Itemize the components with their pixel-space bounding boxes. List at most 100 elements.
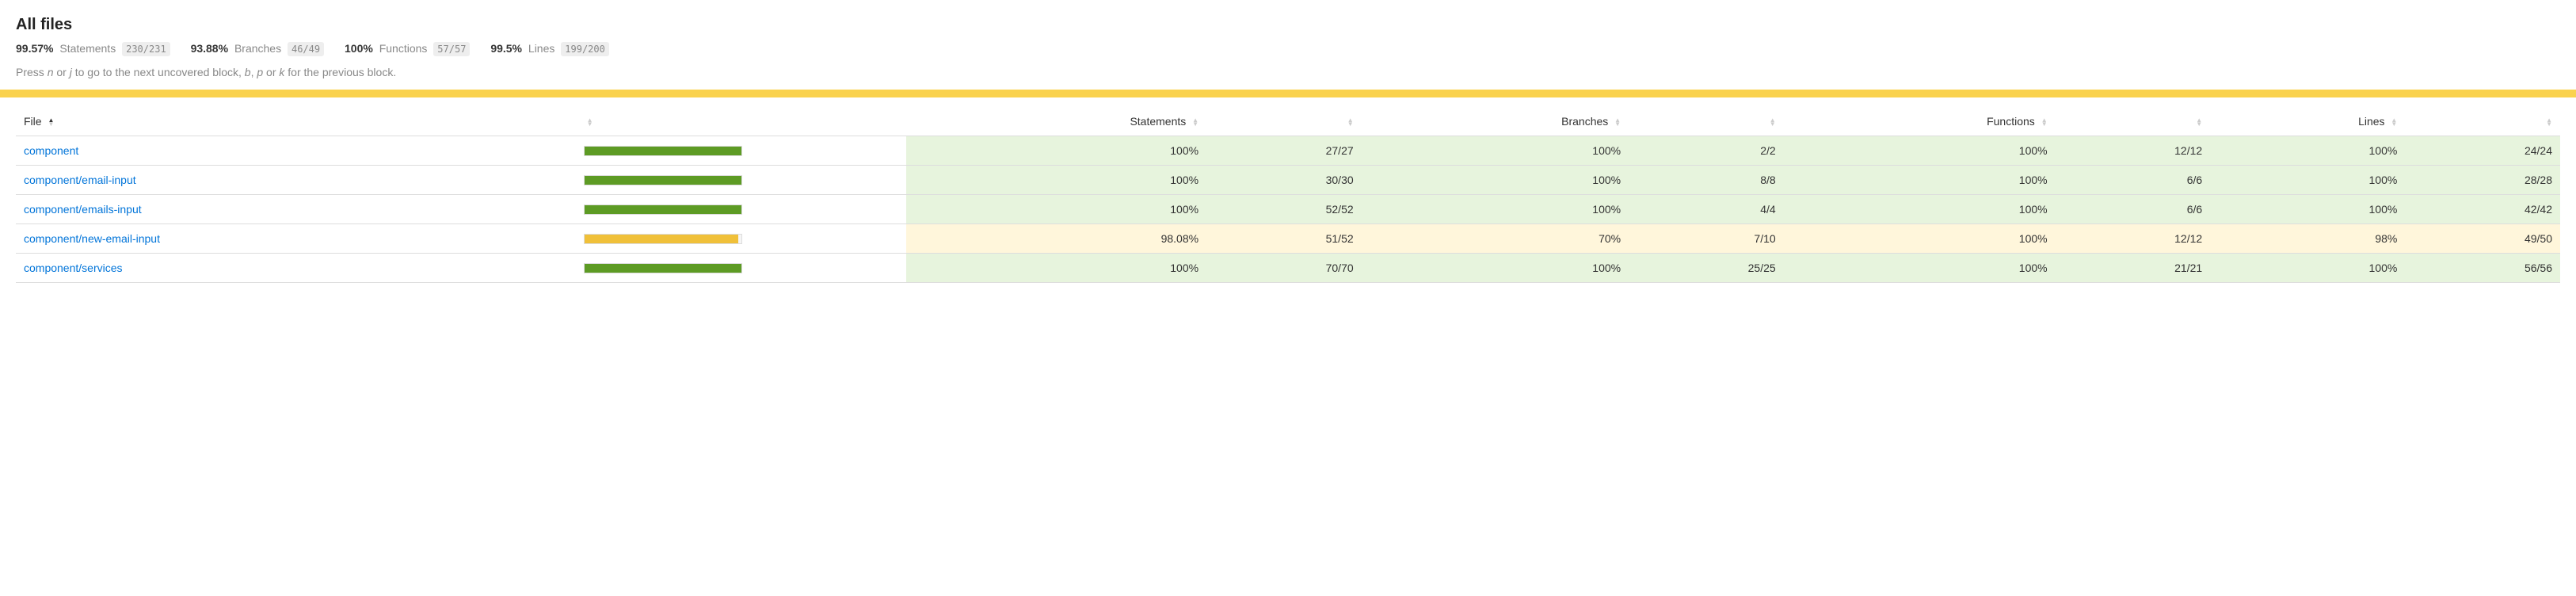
summary-branches-pct: 93.88% [191,42,228,55]
coverage-bar-fill [585,176,741,185]
statements-frac-cell: 27/27 [1206,136,1362,166]
lines-frac-cell: 49/50 [2405,224,2560,254]
coverage-bar-cell [576,195,907,224]
coverage-summary: 99.57% Statements 230/231 93.88% Branche… [16,42,2560,55]
summary-functions-frac: 57/57 [433,42,470,56]
functions-pct-cell: 100% [1784,195,2056,224]
summary-lines-pct: 99.5% [490,42,522,55]
statements-pct-cell: 100% [906,166,1206,195]
lines-frac-cell: 42/42 [2405,195,2560,224]
sort-icon: ▲▼ [1614,118,1621,126]
file-link[interactable]: component/email-input [24,174,136,186]
col-header-file-label: File [24,115,42,128]
file-link[interactable]: component [24,144,78,157]
sort-icon: ▲▼ [1770,118,1776,126]
col-header-branches-frac[interactable]: ▲▼ [1629,107,1784,136]
coverage-bar [584,234,742,244]
coverage-bar-fill [585,147,741,155]
summary-statements: 99.57% Statements 230/231 [16,42,170,55]
summary-lines-label: Lines [528,42,554,55]
sort-icon: ▲▼ [48,118,54,126]
file-cell: component/new-email-input [16,224,576,254]
coverage-bar-cell [576,136,907,166]
summary-lines: 99.5% Lines 199/200 [490,42,609,55]
lines-frac-cell: 56/56 [2405,254,2560,283]
summary-branches: 93.88% Branches 46/49 [191,42,325,55]
coverage-bar-cell [576,224,907,254]
sort-icon: ▲▼ [2546,118,2552,126]
branches-pct-cell: 70% [1362,224,1629,254]
branches-frac-cell: 7/10 [1629,224,1784,254]
sort-icon: ▲▼ [1192,118,1198,126]
lines-frac-cell: 24/24 [2405,136,2560,166]
file-link[interactable]: component/services [24,262,123,274]
col-header-bar[interactable]: ▲▼ [576,107,907,136]
status-bar [0,90,2576,97]
lines-pct-cell: 100% [2210,166,2405,195]
lines-pct-cell: 100% [2210,136,2405,166]
statements-pct-cell: 100% [906,195,1206,224]
file-cell: component [16,136,576,166]
statements-pct-cell: 100% [906,136,1206,166]
file-link[interactable]: component/new-email-input [24,232,160,245]
functions-frac-cell: 6/6 [2056,166,2211,195]
functions-frac-cell: 6/6 [2056,195,2211,224]
col-header-functions-frac[interactable]: ▲▼ [2056,107,2211,136]
functions-pct-cell: 100% [1784,254,2056,283]
lines-pct-cell: 100% [2210,254,2405,283]
statements-frac-cell: 70/70 [1206,254,1362,283]
file-link[interactable]: component/emails-input [24,203,142,216]
statements-frac-cell: 51/52 [1206,224,1362,254]
coverage-bar [584,204,742,215]
statements-pct-cell: 100% [906,254,1206,283]
coverage-bar-fill [585,235,738,243]
file-cell: component/services [16,254,576,283]
table-row: component100%27/27100%2/2100%12/12100%24… [16,136,2560,166]
col-header-statements[interactable]: Statements ▲▼ [906,107,1206,136]
functions-frac-cell: 12/12 [2056,136,2211,166]
coverage-bar [584,263,742,273]
col-header-statements-frac[interactable]: ▲▼ [1206,107,1362,136]
coverage-bar-cell [576,166,907,195]
col-header-functions[interactable]: Functions ▲▼ [1784,107,2056,136]
lines-pct-cell: 98% [2210,224,2405,254]
coverage-bar [584,146,742,156]
branches-pct-cell: 100% [1362,166,1629,195]
summary-branches-frac: 46/49 [288,42,324,56]
coverage-bar-fill [585,205,741,214]
col-header-lines[interactable]: Lines ▲▼ [2210,107,2405,136]
sort-icon: ▲▼ [2391,118,2397,126]
hint-text: or [263,66,279,78]
summary-functions-label: Functions [379,42,428,55]
hint-key-b: b [245,66,251,78]
summary-branches-label: Branches [234,42,281,55]
lines-frac-cell: 28/28 [2405,166,2560,195]
functions-pct-cell: 100% [1784,166,2056,195]
sort-icon: ▲▼ [587,118,593,126]
table-row: component/new-email-input 98.08%51/5270%7… [16,224,2560,254]
statements-pct-cell: 98.08% [906,224,1206,254]
table-row: component/email-input100%30/30100%8/8100… [16,166,2560,195]
col-header-file[interactable]: File ▲▼ [16,107,576,136]
coverage-bar-cell [576,254,907,283]
keyboard-hint: Press n or j to go to the next uncovered… [16,66,2560,78]
branches-frac-cell: 2/2 [1629,136,1784,166]
coverage-bar [584,175,742,185]
summary-lines-frac: 199/200 [561,42,609,56]
summary-statements-frac: 230/231 [122,42,170,56]
functions-frac-cell: 21/21 [2056,254,2211,283]
hint-key-p: p [257,66,263,78]
col-header-lines-label: Lines [2358,115,2384,128]
col-header-branches[interactable]: Branches ▲▼ [1362,107,1629,136]
table-row: component/services100%70/70100%25/25100%… [16,254,2560,283]
file-cell: component/emails-input [16,195,576,224]
col-header-functions-label: Functions [1987,115,2035,128]
hint-text: or [53,66,69,78]
summary-statements-label: Statements [59,42,116,55]
col-header-lines-frac[interactable]: ▲▼ [2405,107,2560,136]
branches-pct-cell: 100% [1362,195,1629,224]
sort-icon: ▲▼ [1347,118,1354,126]
summary-functions-pct: 100% [345,42,373,55]
summary-statements-pct: 99.57% [16,42,53,55]
branches-pct-cell: 100% [1362,254,1629,283]
